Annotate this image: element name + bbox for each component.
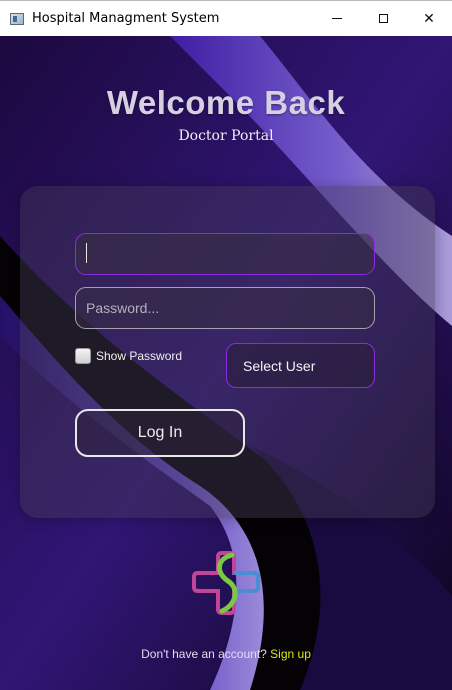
page-title: Welcome Back	[106, 84, 346, 121]
minimize-button[interactable]	[314, 1, 360, 37]
minimize-icon	[332, 18, 342, 19]
username-input[interactable]	[75, 233, 375, 275]
close-icon: ✕	[423, 10, 435, 27]
signup-link[interactable]: Sign up	[270, 647, 311, 661]
signup-prompt-text: Don't have an account?	[141, 647, 271, 661]
medical-cross-logo	[192, 551, 260, 615]
login-button-label: Log In	[137, 424, 183, 441]
select-user-dropdown[interactable]: Select User	[226, 343, 375, 388]
page-subtitle: Doctor Portal	[178, 128, 274, 144]
show-password-label[interactable]: Show Password	[96, 349, 182, 363]
window-controls: ✕	[314, 1, 452, 37]
close-button[interactable]: ✕	[406, 1, 452, 37]
window-title: Hospital Managment System	[32, 11, 220, 26]
login-button[interactable]: Log In	[75, 409, 245, 457]
app-window-icon	[10, 12, 24, 25]
maximize-icon	[378, 14, 388, 23]
login-window: Hospital Managment System ✕ Welcome Back…	[0, 0, 452, 690]
signup-prompt: Don't have an account? Sign up	[0, 647, 452, 661]
password-input[interactable]	[75, 287, 375, 329]
title-bar: Hospital Managment System ✕	[0, 0, 452, 36]
select-user-label: Select User	[243, 357, 316, 374]
show-password-checkbox[interactable]	[75, 348, 91, 364]
text-caret	[86, 243, 87, 263]
maximize-button[interactable]	[360, 1, 406, 37]
